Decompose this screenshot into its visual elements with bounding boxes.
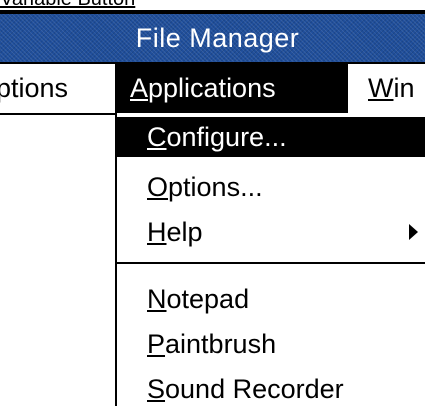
menu-window-mnemonic: W [368,73,394,103]
menu-item-configure-label: onfigure... [166,122,287,152]
menu-item-configure[interactable]: Configure... [117,117,425,157]
window-title: File Manager [135,22,300,53]
menu-item-paintbrush-mnemonic: P [147,329,166,359]
applications-dropdown: Configure... Options... Help Notepad Pai… [115,113,425,406]
menu-item-paintbrush[interactable]: Paintbrush [117,324,425,364]
menu-item-paintbrush-label: aintbrush [165,329,277,359]
menu-applications-label: pplications [148,73,276,103]
submenu-arrow-icon [409,224,418,240]
menu-item-options[interactable]: Options... [117,167,425,207]
menu-item-help[interactable]: Help [117,212,425,252]
menu-applications-mnemonic: A [130,73,149,103]
menu-item-sound-recorder-label: ound Recorder [165,374,344,404]
menu-item-options-mnemonic: O [147,172,169,202]
menu-item-help-label: elp [166,217,203,247]
menu-applications[interactable]: Applications [115,64,348,113]
menu-item-notepad[interactable]: Notepad [117,279,425,319]
menu-window[interactable]: Win [368,64,415,113]
menu-bar: ptions Applications Win [0,64,425,115]
menu-item-notepad-mnemonic: N [147,284,167,314]
menu-item-configure-mnemonic: C [147,122,167,152]
menu-item-help-mnemonic: H [147,217,167,247]
menu-options-label: ptions [0,73,69,103]
menu-item-sound-recorder-mnemonic: S [147,374,166,404]
menu-window-label: in [393,73,415,103]
window-title-bar[interactable]: File Manager [0,14,425,64]
menu-item-sound-recorder[interactable]: Sound Recorder [117,369,425,406]
caption-text: Variable Button [0,0,135,10]
menu-separator [117,262,425,264]
menu-item-options-label: ptions... [168,172,263,202]
menu-options[interactable]: ptions [0,64,68,113]
menu-item-notepad-label: otepad [166,284,250,314]
screen: Variable Button File Manager ptions Appl… [0,0,425,406]
